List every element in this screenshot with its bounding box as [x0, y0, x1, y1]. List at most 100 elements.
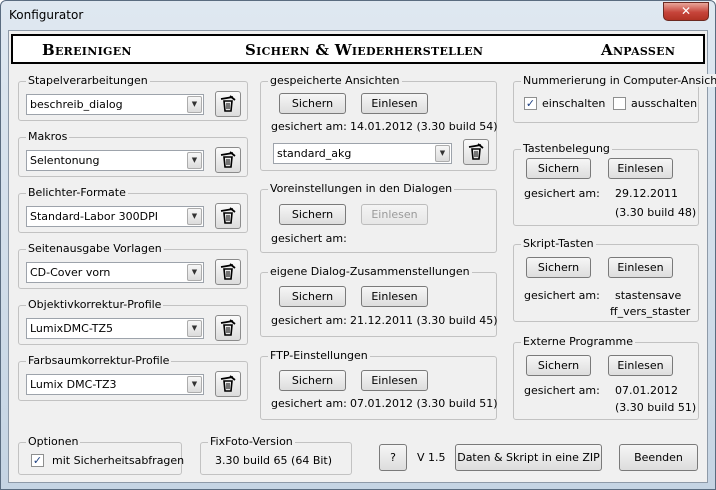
- title-bar[interactable]: Konfigurator ✕: [1, 1, 715, 29]
- group-voreinstellungen: Voreinstellungen in den Dialogen Sichern…: [260, 182, 497, 253]
- chevron-down-icon[interactable]: ▼: [187, 376, 202, 393]
- saved-value: 14.01.2012 (3.30 build 54): [350, 120, 498, 133]
- delete-button[interactable]: [215, 259, 241, 285]
- group-title: Belichter-Formate: [26, 186, 128, 199]
- saved-label: gesichert am:: [524, 384, 600, 397]
- sichern-button[interactable]: Sichern: [279, 370, 346, 391]
- version-value: 3.30 build 65 (64 Bit): [215, 454, 333, 467]
- group-title: Externe Programme: [521, 335, 635, 348]
- delete-button[interactable]: [215, 147, 241, 173]
- select-value: CD-Cover vorn: [30, 266, 111, 279]
- skript-line-2: ff_vers_staster: [610, 305, 691, 318]
- sicherheitsabfragen-label: mit Sicherheitsabfragen: [52, 454, 185, 467]
- delete-button[interactable]: [215, 371, 241, 397]
- saved-value: 07.01.2012 (3.30 build 51): [350, 397, 498, 410]
- group-title: Tastenbelegung: [521, 142, 612, 155]
- left-select[interactable]: Selentonung ▼: [26, 150, 204, 171]
- saved-label: gesichert am:: [271, 232, 347, 245]
- group-left-0: Stapelverarbeitungen beschreib_dialog ▼: [18, 74, 248, 121]
- close-button[interactable]: ✕: [663, 2, 709, 21]
- delete-button[interactable]: [215, 203, 241, 229]
- header-sichern: Sichern & Wiederherstellen: [245, 41, 484, 59]
- skript-line-1: stastensave: [615, 289, 682, 302]
- zip-button[interactable]: Daten & Skript in eine ZIP: [455, 444, 602, 471]
- sichern-button[interactable]: Sichern: [279, 286, 346, 307]
- trash-icon: [220, 375, 236, 392]
- group-left-3: Seitenausgabe Vorlagen CD-Cover vorn ▼: [18, 242, 248, 289]
- ansichten-select[interactable]: standard_akg ▼: [273, 143, 452, 164]
- group-title: eigene Dialog-Zusammenstellungen: [268, 265, 472, 278]
- group-tastenbelegung: Tastenbelegung Sichern Einlesen gesicher…: [513, 142, 699, 226]
- sicherheitsabfragen-checkbox[interactable]: ✓: [31, 454, 44, 467]
- ausschalten-label: ausschalten: [631, 97, 698, 110]
- delete-button[interactable]: [463, 139, 489, 165]
- saved-build: (3.30 build 51): [615, 401, 697, 414]
- group-title: FTP-Einstellungen: [268, 349, 370, 362]
- group-optionen: Optionen ✓ mit Sicherheitsabfragen: [18, 435, 185, 475]
- einschalten-label: einschalten: [542, 97, 606, 110]
- chevron-down-icon[interactable]: ▼: [435, 145, 450, 162]
- einlesen-button[interactable]: Einlesen: [608, 355, 673, 376]
- select-value: Selentonung: [30, 154, 100, 167]
- einschalten-checkbox[interactable]: ✓: [524, 97, 537, 110]
- saved-date: 29.12.2011: [615, 187, 678, 200]
- left-select[interactable]: Standard-Labor 300DPI ▼: [26, 206, 204, 227]
- window-title: Konfigurator: [9, 8, 84, 22]
- select-value: LumixDMC-TZ5: [30, 322, 114, 335]
- chevron-down-icon[interactable]: ▼: [187, 152, 202, 169]
- delete-button[interactable]: [215, 315, 241, 341]
- trash-icon: [220, 151, 236, 168]
- group-title: Seitenausgabe Vorlagen: [26, 242, 164, 255]
- einlesen-button[interactable]: Einlesen: [361, 286, 428, 307]
- select-value: standard_akg: [277, 147, 352, 160]
- beenden-button[interactable]: Beenden: [619, 444, 698, 471]
- group-left-4: Objektivkorrektur-Profile LumixDMC-TZ5 ▼: [18, 298, 248, 345]
- group-dialog: eigene Dialog-Zusammenstellungen Sichern…: [260, 265, 498, 337]
- group-title: FixFoto-Version: [208, 435, 295, 448]
- sichern-button[interactable]: Sichern: [279, 204, 346, 225]
- left-select[interactable]: beschreib_dialog ▼: [26, 94, 204, 115]
- saved-date: 07.01.2012: [615, 384, 678, 397]
- select-value: beschreib_dialog: [30, 98, 123, 111]
- select-value: Lumix DMC-TZ3: [30, 378, 117, 391]
- trash-icon: [468, 143, 484, 160]
- saved-build: (3.30 build 48): [615, 206, 697, 219]
- left-select[interactable]: LumixDMC-TZ5 ▼: [26, 318, 204, 339]
- einlesen-button[interactable]: Einlesen: [361, 93, 428, 114]
- left-select[interactable]: Lumix DMC-TZ3 ▼: [26, 374, 204, 395]
- group-left-5: Farbsaumkorrektur-Profile Lumix DMC-TZ3 ▼: [18, 354, 248, 401]
- chevron-down-icon[interactable]: ▼: [187, 320, 202, 337]
- sichern-button[interactable]: Sichern: [526, 257, 591, 278]
- chevron-down-icon[interactable]: ▼: [187, 208, 202, 225]
- group-skript-tasten: Skript-Tasten Sichern Einlesen gesichert…: [513, 237, 699, 322]
- group-left-2: Belichter-Formate Standard-Labor 300DPI ▼: [18, 186, 248, 233]
- trash-icon: [220, 263, 236, 280]
- group-fixfoto-version: FixFoto-Version 3.30 build 65 (64 Bit): [200, 435, 352, 475]
- einlesen-button[interactable]: Einlesen: [361, 370, 428, 391]
- ausschalten-checkbox[interactable]: [613, 97, 626, 110]
- configurator-window: Konfigurator ✕ Bereinigen Sichern & Wied…: [0, 0, 716, 490]
- chevron-down-icon[interactable]: ▼: [187, 264, 202, 281]
- saved-label: gesichert am:: [271, 397, 347, 410]
- group-left-1: Makros Selentonung ▼: [18, 130, 248, 177]
- group-ansichten: gespeicherte Ansichten Sichern Einlesen …: [260, 74, 498, 171]
- chevron-down-icon[interactable]: ▼: [187, 96, 202, 113]
- group-nummerierung: Nummerierung in Computer-Ansicht ✓ einsc…: [513, 74, 716, 123]
- saved-label: gesichert am:: [524, 289, 600, 302]
- left-select[interactable]: CD-Cover vorn ▼: [26, 262, 204, 283]
- group-title: Nummerierung in Computer-Ansicht: [521, 74, 716, 87]
- einlesen-button[interactable]: Einlesen: [608, 158, 673, 179]
- delete-button[interactable]: [215, 91, 241, 117]
- group-title: Objektivkorrektur-Profile: [26, 298, 164, 311]
- einlesen-button[interactable]: Einlesen: [608, 257, 673, 278]
- sichern-button[interactable]: Sichern: [526, 355, 591, 376]
- sichern-button[interactable]: Sichern: [279, 93, 346, 114]
- select-value: Standard-Labor 300DPI: [30, 210, 158, 223]
- version-label: V 1.5: [417, 451, 446, 464]
- group-externe-programme: Externe Programme Sichern Einlesen gesic…: [513, 335, 699, 420]
- group-title: Optionen: [26, 435, 81, 448]
- group-title: Voreinstellungen in den Dialogen: [268, 182, 455, 195]
- sichern-button[interactable]: Sichern: [526, 158, 591, 179]
- trash-icon: [220, 319, 236, 336]
- help-button[interactable]: ?: [379, 444, 407, 471]
